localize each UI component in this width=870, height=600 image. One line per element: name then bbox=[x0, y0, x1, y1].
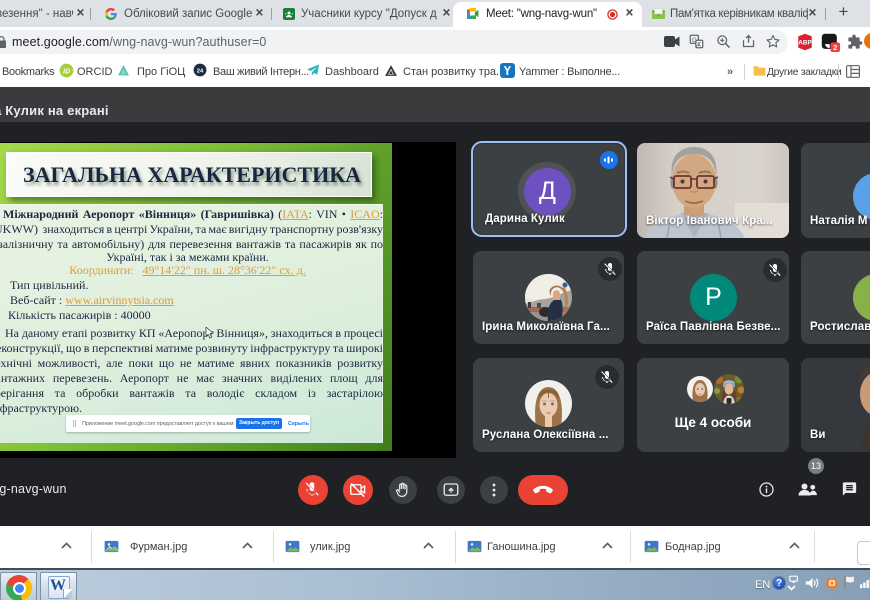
svg-text:G: G bbox=[692, 37, 697, 44]
svg-text:ABP: ABP bbox=[798, 40, 812, 47]
svg-text:2: 2 bbox=[833, 43, 837, 52]
svg-text:24: 24 bbox=[197, 68, 204, 74]
svg-text:iD: iD bbox=[63, 68, 70, 75]
